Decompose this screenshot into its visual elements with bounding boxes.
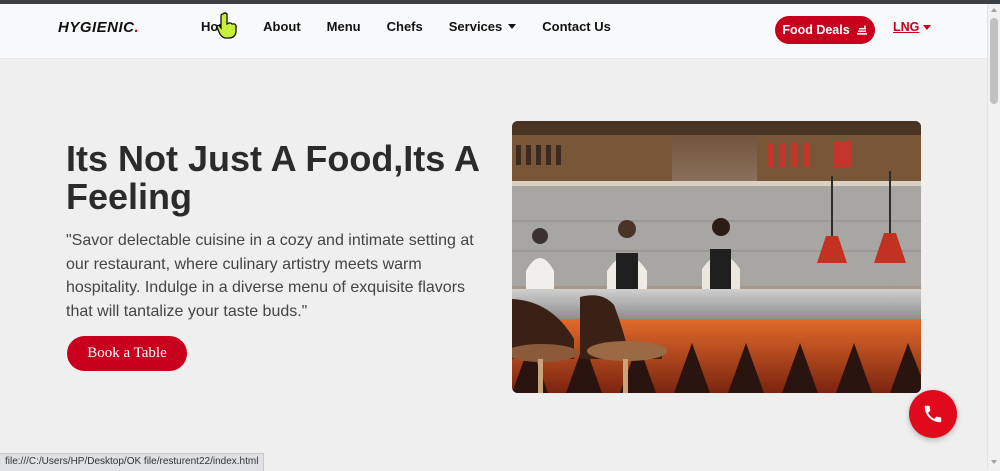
hero-restaurant-image (512, 121, 921, 393)
browser-status-url: file:///C:/Users/HP/Desktop/OK file/rest… (0, 453, 265, 471)
scrollbar-thumb[interactable] (990, 18, 998, 104)
navbar: HYGIENIC. Home About Menu Chefs Services… (0, 4, 988, 59)
nav-contact[interactable]: Contact Us (542, 19, 611, 34)
nav-about[interactable]: About (263, 19, 301, 34)
hero-description: "Savor delectable cuisine in a cozy and … (66, 232, 474, 320)
nav-home[interactable]: Home (201, 19, 237, 34)
scroll-up-arrow-icon[interactable] (991, 8, 997, 12)
food-tray-icon (856, 25, 867, 35)
food-deals-label: Food Deals (782, 23, 850, 37)
hero-title: Its Not Just A Food,Its A Feeling (66, 138, 479, 217)
book-table-button[interactable]: Book a Table (67, 336, 187, 371)
brand-dot: . (134, 19, 140, 36)
nav-menu[interactable]: Menu (327, 19, 361, 34)
nav-links: Home About Menu Chefs Services Contact U… (201, 19, 637, 34)
caret-down-icon (508, 24, 517, 29)
page-scrollbar[interactable] (987, 4, 1000, 470)
brand-logo[interactable]: HYGIENIC. (58, 19, 139, 36)
nav-chefs[interactable]: Chefs (387, 19, 423, 34)
scroll-down-arrow-icon[interactable] (991, 460, 997, 464)
caret-down-icon (923, 24, 932, 30)
phone-icon (924, 405, 942, 423)
nav-services-dropdown[interactable]: Services (449, 19, 517, 34)
language-dropdown[interactable]: LNG (893, 20, 932, 34)
restaurant-kitchen-photo (512, 121, 921, 393)
call-phone-button[interactable] (909, 390, 957, 438)
food-deals-button[interactable]: Food Deals (775, 16, 875, 44)
brand-name: HYGIENIC (58, 19, 135, 36)
